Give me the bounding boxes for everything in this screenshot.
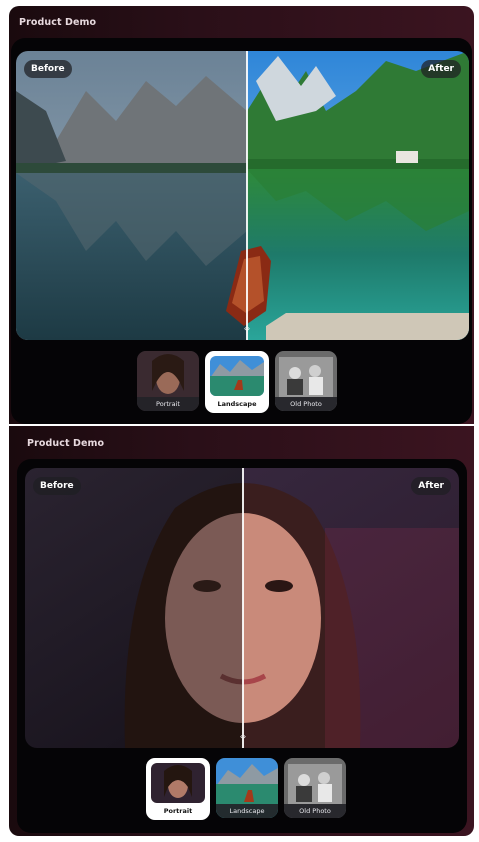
product-demo-panel-landscape: Product Demo Before After ‹› Portrait La… [9, 6, 474, 424]
panel-title: Product Demo [27, 438, 105, 449]
sample-thumbnails: Portrait Landscape Old Photo [137, 351, 337, 413]
thumbnail-landscape[interactable]: Landscape [205, 351, 269, 413]
thumbnail-label: Old Photo [275, 397, 337, 411]
comparison-divider[interactable] [242, 468, 244, 748]
before-label: Before [24, 60, 72, 78]
landscape-image [16, 51, 469, 340]
thumbnail-label: Portrait [148, 804, 208, 818]
before-label: Before [33, 477, 81, 495]
product-demo-panel-portrait: Product Demo Before After ‹› Portrait La… [9, 426, 474, 836]
landscape-thumbnail-icon [210, 356, 264, 396]
sample-thumbnails: Portrait Landscape Old Photo [146, 758, 346, 820]
portrait-thumbnail-icon [151, 763, 205, 803]
thumbnail-old-photo[interactable]: Old Photo [284, 758, 346, 818]
demo-container: Before After ‹› Portrait Landscape Old P… [17, 459, 467, 833]
comparison-divider[interactable] [246, 51, 248, 340]
after-label: After [421, 60, 461, 78]
thumbnail-label: Portrait [137, 397, 199, 411]
drag-handle-icon[interactable]: ‹› [240, 324, 254, 334]
before-after-viewer[interactable]: Before After ‹› [25, 468, 459, 748]
thumbnail-label: Landscape [207, 397, 267, 411]
panel-title: Product Demo [19, 17, 97, 28]
thumbnail-label: Old Photo [284, 804, 346, 818]
thumbnail-portrait[interactable]: Portrait [146, 758, 210, 820]
after-label: After [411, 477, 451, 495]
thumbnail-old-photo[interactable]: Old Photo [275, 351, 337, 411]
thumbnail-portrait[interactable]: Portrait [137, 351, 199, 411]
thumbnail-label: Landscape [216, 804, 278, 818]
demo-container: Before After ‹› Portrait Landscape Old P… [11, 38, 472, 424]
drag-handle-icon[interactable]: ‹› [236, 732, 250, 742]
thumbnail-landscape[interactable]: Landscape [216, 758, 278, 818]
before-after-viewer[interactable]: Before After ‹› [16, 51, 469, 340]
